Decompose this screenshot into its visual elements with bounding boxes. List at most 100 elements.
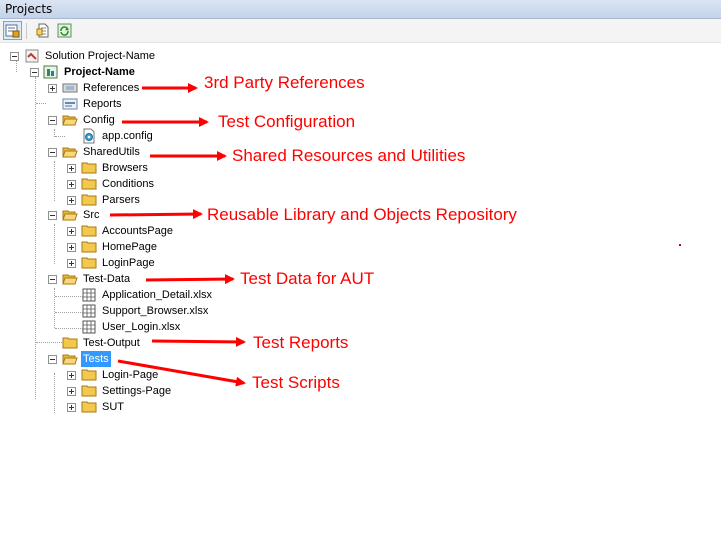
settings-page-expand-toggle[interactable] (67, 387, 76, 396)
tree-node-label: Reports (83, 98, 122, 110)
sut-expand-toggle[interactable] (67, 403, 76, 412)
tree-node-label: LoginPage (102, 257, 155, 269)
annotation-test-output: Test Reports (253, 333, 349, 352)
projects-panel: Projects Solution Project-Name Project-N… (0, 0, 721, 534)
solution-icon (24, 48, 40, 64)
tree-node-test-output[interactable]: Test-Output (62, 335, 142, 351)
folder-icon (81, 367, 97, 383)
tree-node-label: app.config (102, 130, 153, 142)
refresh-icon (57, 23, 72, 38)
project-icon (43, 64, 59, 80)
show-all-files-button[interactable] (34, 21, 53, 40)
folder-icon (81, 223, 97, 239)
open-folder-icon (62, 112, 78, 128)
tree-node-config[interactable]: Config (62, 112, 117, 128)
open-folder-icon (62, 351, 78, 367)
tree-node-label: Parsers (102, 194, 140, 206)
tree-node-loginpage[interactable]: LoginPage (81, 255, 157, 271)
panel-title: Projects (0, 0, 721, 19)
conditions-expand-toggle[interactable] (67, 180, 76, 189)
tree-node-label: Solution Project-Name (45, 50, 156, 62)
folder-icon (81, 383, 97, 399)
sharedutils-collapse-toggle[interactable] (48, 148, 57, 157)
tests-collapse-toggle[interactable] (48, 355, 57, 364)
annotation-references: 3rd Party References (204, 73, 365, 92)
tree-node-sharedutils[interactable]: SharedUtils (62, 144, 142, 160)
tree-node-support-browser[interactable]: Support_Browser.xlsx (81, 303, 210, 319)
tree-node-reports[interactable]: Reports (62, 96, 124, 112)
tree-node-tests[interactable]: Tests (62, 351, 111, 367)
tree-node-label: AccountsPage (102, 225, 173, 237)
annotation-src: Reusable Library and Objects Repository (207, 205, 517, 224)
tree-node-settings-page[interactable]: Settings-Page (81, 383, 173, 399)
tree-node-src[interactable]: Src (62, 207, 102, 223)
tree-node-label: SUT (102, 401, 124, 413)
tree-node-references[interactable]: References (62, 80, 141, 96)
folder-icon (62, 335, 78, 351)
tree-node-label: Login-Page (102, 369, 159, 381)
open-folder-icon (62, 271, 78, 287)
spreadsheet-icon (81, 287, 97, 303)
properties-icon (5, 24, 20, 38)
tree-node-label: HomePage (102, 241, 158, 253)
src-collapse-toggle[interactable] (48, 211, 57, 220)
tree-node-project[interactable]: Project-Name (43, 64, 137, 80)
properties-button[interactable] (3, 21, 22, 40)
show-all-files-icon (36, 23, 49, 38)
tree-node-tests-login-page[interactable]: Login-Page (81, 367, 160, 383)
tree-node-label: SharedUtils (83, 146, 140, 158)
tree-node-label: Browsers (102, 162, 148, 174)
spreadsheet-icon (81, 319, 97, 335)
tree-node-solution[interactable]: Solution Project-Name (24, 48, 157, 64)
browsers-expand-toggle[interactable] (67, 164, 76, 173)
tree-node-browsers[interactable]: Browsers (81, 160, 150, 176)
tree-node-conditions[interactable]: Conditions (81, 176, 156, 192)
open-folder-icon (62, 144, 78, 160)
tree-node-parsers[interactable]: Parsers (81, 192, 142, 208)
tree-node-homepage[interactable]: HomePage (81, 239, 159, 255)
spreadsheet-icon (81, 303, 97, 319)
tree-node-label: Project-Name (64, 66, 135, 78)
stray-dot (679, 244, 681, 246)
parsers-expand-toggle[interactable] (67, 196, 76, 205)
tree-node-label: User_Login.xlsx (102, 321, 181, 333)
folder-icon (81, 399, 97, 415)
references-icon (62, 80, 78, 96)
solution-collapse-toggle[interactable] (10, 52, 19, 61)
annotation-shared: Shared Resources and Utilities (232, 146, 466, 165)
open-folder-icon (62, 207, 78, 223)
toolbar-separator (26, 23, 27, 39)
tests-login-page-expand-toggle[interactable] (67, 371, 76, 380)
annotation-test-data: Test Data for AUT (240, 269, 375, 288)
tree-node-test-data[interactable]: Test-Data (62, 271, 132, 287)
tree-node-label: Settings-Page (102, 385, 172, 397)
tree-node-label: References (83, 82, 140, 94)
tree-node-application-detail[interactable]: Application_Detail.xlsx (81, 287, 214, 303)
tree-node-label: Conditions (102, 178, 154, 190)
folder-icon (81, 192, 97, 208)
tree-node-user-login[interactable]: User_Login.xlsx (81, 319, 182, 335)
tree-node-accountspage[interactable]: AccountsPage (81, 223, 175, 239)
tree-node-label: Test-Data (83, 273, 131, 285)
refresh-button[interactable] (55, 21, 74, 40)
project-collapse-toggle[interactable] (30, 68, 39, 77)
folder-icon (81, 255, 97, 271)
tree-node-sut[interactable]: SUT (81, 399, 126, 415)
loginpage-expand-toggle[interactable] (67, 259, 76, 268)
tree-node-label: Support_Browser.xlsx (102, 305, 209, 317)
annotation-tests: Test Scripts (252, 373, 340, 392)
config-collapse-toggle[interactable] (48, 116, 57, 125)
config-file-icon (81, 128, 97, 144)
tree-node-label: Application_Detail.xlsx (102, 289, 213, 301)
references-expand-toggle[interactable] (48, 84, 57, 93)
folder-icon (81, 160, 97, 176)
homepage-expand-toggle[interactable] (67, 243, 76, 252)
reports-icon (62, 96, 78, 112)
tree-node-app-config[interactable]: app.config (81, 128, 155, 144)
toolbar (0, 19, 721, 43)
accountspage-expand-toggle[interactable] (67, 227, 76, 236)
folder-icon (81, 176, 97, 192)
test-data-collapse-toggle[interactable] (48, 275, 57, 284)
tree-node-label: Tests (81, 351, 111, 367)
tree-node-label: Config (83, 114, 115, 126)
